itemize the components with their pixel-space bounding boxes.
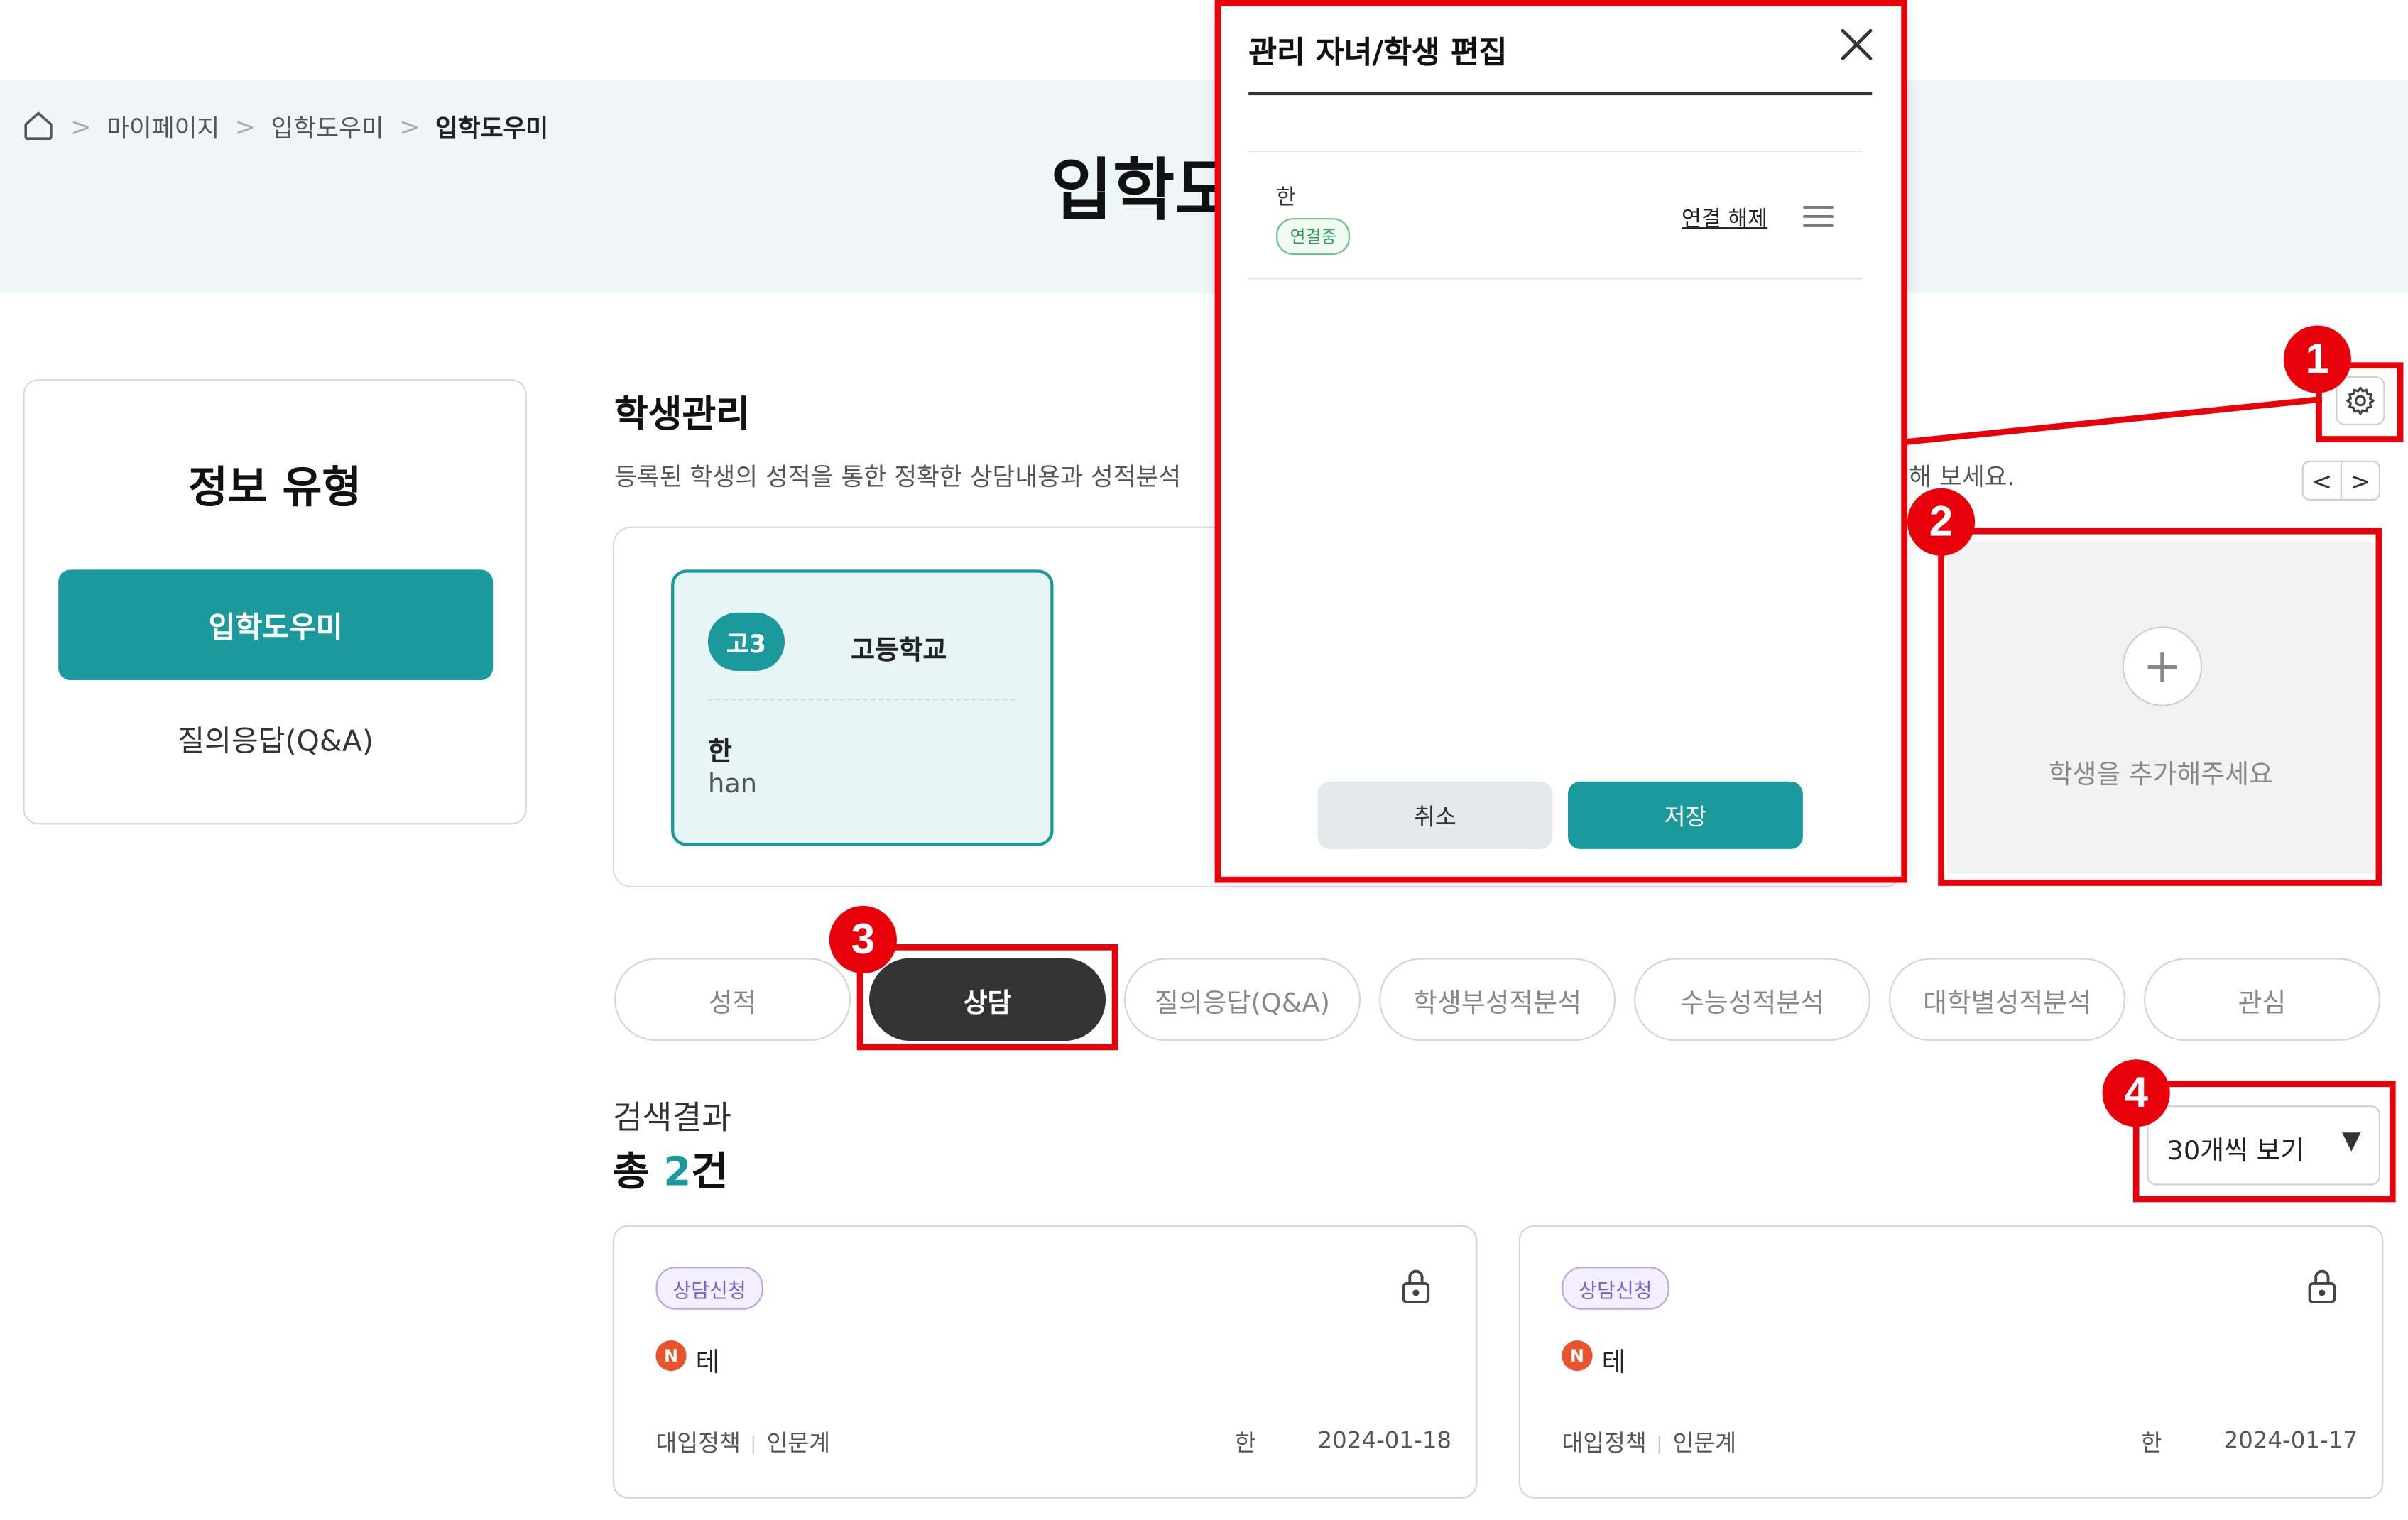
breadcrumb-item-helper[interactable]: 입학도우미 xyxy=(271,107,384,144)
breadcrumb-separator: > xyxy=(399,111,420,141)
category-divider xyxy=(753,1434,755,1453)
breadcrumb-separator: > xyxy=(70,111,92,141)
tab-school-record-analysis[interactable]: 학생부성적분석 xyxy=(1379,958,1616,1041)
annotation-marker-2: 2 xyxy=(1907,488,1976,556)
student-list-prev-button[interactable]: < xyxy=(2301,460,2342,501)
counsel-post-card[interactable]: 상담신청 N 테 대입정책 인문계 한 2024-01-17 xyxy=(1518,1225,2384,1499)
info-type-panel: 정보 유형 입학도우미 질의응답(Q&A) xyxy=(23,379,527,825)
new-badge: N xyxy=(655,1340,687,1372)
post-category-main: 대입정책 xyxy=(655,1429,741,1458)
student-section-title: 학생관리 xyxy=(614,393,751,437)
info-type-admission-helper[interactable]: 입학도우미 xyxy=(58,569,494,681)
grade-badge: 고3 xyxy=(707,612,785,672)
category-divider xyxy=(1659,1434,1661,1453)
annotation-marker-4: 4 xyxy=(2102,1059,2170,1127)
lock-icon xyxy=(2304,1267,2341,1306)
student-list-next-button[interactable]: > xyxy=(2340,460,2381,501)
post-category: 대입정책 인문계 xyxy=(655,1426,830,1458)
student-name-english: han xyxy=(707,769,758,800)
new-badge: N xyxy=(1562,1340,1593,1372)
tab-university-analysis[interactable]: 대학별성적분석 xyxy=(1888,958,2126,1041)
annotation-marker-1: 1 xyxy=(2283,325,2351,393)
annotation-box-view-select xyxy=(2132,1081,2396,1203)
annotation-box-add-student xyxy=(1938,527,2382,886)
post-title[interactable]: 테 xyxy=(696,1340,720,1379)
annotation-box-counsel-tab xyxy=(856,944,1118,1051)
breadcrumb-separator: > xyxy=(234,111,256,141)
student-card[interactable]: 고3 고등학교 한 han xyxy=(671,569,1054,846)
student-section-description: 등록된 학생의 성적을 통한 정확한 상담내용과 성적분석 xyxy=(614,461,1182,492)
search-result-label: 검색결과 xyxy=(612,1099,732,1137)
total-prefix: 총 xyxy=(612,1149,650,1196)
breadcrumb-item-mypage[interactable]: 마이페이지 xyxy=(107,107,219,144)
post-title[interactable]: 테 xyxy=(1602,1340,1626,1379)
home-icon[interactable] xyxy=(21,109,55,143)
tab-qna[interactable]: 질의응답(Q&A) xyxy=(1124,958,1361,1041)
post-category-main: 대입정책 xyxy=(1562,1429,1647,1458)
annotation-box-modal xyxy=(1214,0,1907,883)
post-category-sub: 인문계 xyxy=(1672,1429,1737,1458)
tab-grades[interactable]: 성적 xyxy=(614,958,851,1041)
total-suffix: 건 xyxy=(691,1149,729,1196)
post-author: 한 xyxy=(2140,1429,2162,1458)
student-section-description-tail: 해 보세요. xyxy=(1909,461,2015,492)
school-name: 고등학교 xyxy=(851,635,947,667)
breadcrumb: > 마이페이지 > 입학도우미 > 입학도우미 xyxy=(21,107,548,144)
breadcrumb-current: 입학도우미 xyxy=(435,114,549,143)
info-type-qna[interactable]: 질의응답(Q&A) xyxy=(58,706,493,771)
tab-csat-analysis[interactable]: 수능성적분석 xyxy=(1634,958,1871,1041)
post-date: 2024-01-18 xyxy=(1317,1426,1452,1454)
post-category-sub: 인문계 xyxy=(766,1429,831,1458)
post-status-badge: 상담신청 xyxy=(1562,1267,1669,1310)
info-type-title: 정보 유형 xyxy=(188,461,362,513)
card-divider xyxy=(707,698,1015,701)
counsel-post-card[interactable]: 상담신청 N 테 대입정책 인문계 한 2024-01-18 xyxy=(612,1225,1478,1499)
total-count: 2 xyxy=(663,1149,692,1196)
student-name: 한 xyxy=(707,737,732,768)
post-author: 한 xyxy=(1234,1429,1256,1458)
post-status-badge: 상담신청 xyxy=(655,1267,763,1310)
search-result-total: 총 2건 xyxy=(613,1141,728,1198)
lock-icon xyxy=(1398,1267,1434,1306)
post-date: 2024-01-17 xyxy=(2223,1426,2358,1454)
annotation-connector-line xyxy=(1904,395,2323,446)
annotation-marker-3: 3 xyxy=(829,905,897,974)
tab-interest[interactable]: 관심 xyxy=(2143,958,2381,1041)
post-category: 대입정책 인문계 xyxy=(1562,1426,1736,1458)
